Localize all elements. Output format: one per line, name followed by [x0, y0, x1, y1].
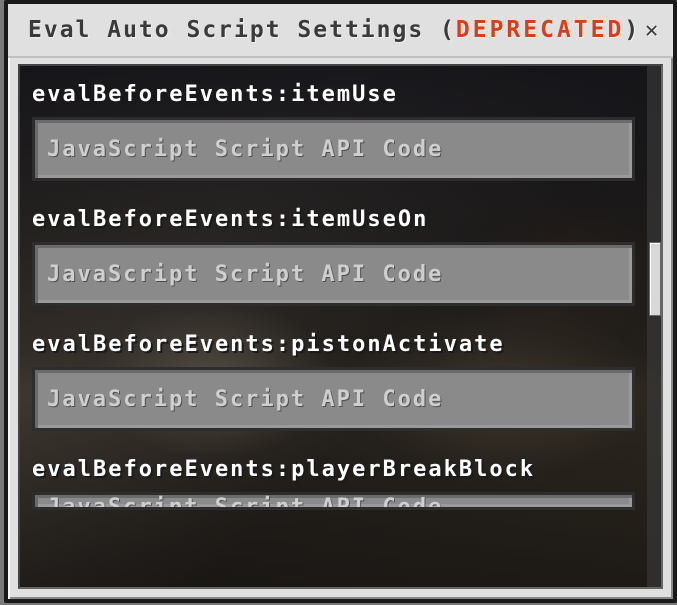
- content-panel: evalBeforeEvents:itemUse JavaScript Scri…: [18, 64, 663, 589]
- event-code-input[interactable]: JavaScript Script API Code: [32, 492, 635, 510]
- event-code-input[interactable]: JavaScript Script API Code: [32, 367, 635, 431]
- title-prefix: Eval Auto Script Settings (: [28, 17, 456, 43]
- close-icon: ✕: [645, 18, 654, 43]
- close-button[interactable]: ✕: [640, 16, 659, 44]
- title-suffix: ): [624, 17, 640, 43]
- scrollbar-thumb[interactable]: [649, 242, 661, 316]
- title-deprecated: DEPRECATED: [456, 17, 624, 43]
- event-list: evalBeforeEvents:itemUse JavaScript Scri…: [20, 66, 647, 587]
- input-placeholder: JavaScript Script API Code: [47, 262, 443, 287]
- dialog-frame: Eval Auto Script Settings (DEPRECATED) ✕…: [4, 0, 677, 603]
- input-placeholder: JavaScript Script API Code: [47, 137, 443, 162]
- dialog-title: Eval Auto Script Settings (DEPRECATED): [28, 17, 640, 43]
- input-placeholder: JavaScript Script API Code: [47, 495, 443, 510]
- event-code-input[interactable]: JavaScript Script API Code: [32, 117, 635, 181]
- scrollbar-track[interactable]: [647, 66, 661, 587]
- input-placeholder: JavaScript Script API Code: [47, 387, 443, 412]
- event-label: evalBeforeEvents:itemUse: [20, 78, 647, 117]
- event-label: evalBeforeEvents:itemUseOn: [20, 203, 647, 242]
- event-label: evalBeforeEvents:pistonActivate: [20, 328, 647, 367]
- event-label: evalBeforeEvents:playerBreakBlock: [20, 453, 647, 492]
- title-bar: Eval Auto Script Settings (DEPRECATED) ✕: [8, 4, 673, 58]
- event-code-input[interactable]: JavaScript Script API Code: [32, 242, 635, 306]
